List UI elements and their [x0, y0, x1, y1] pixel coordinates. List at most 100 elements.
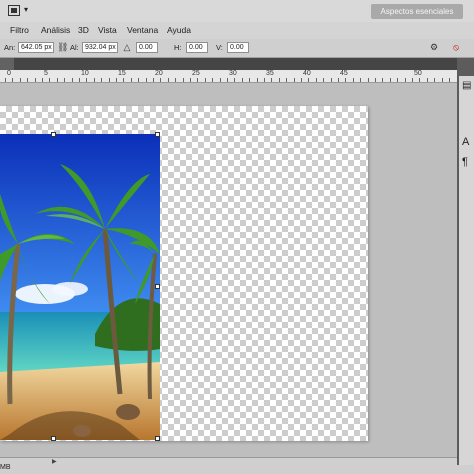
ruler-tick [49, 78, 50, 82]
ruler-tick [257, 78, 258, 82]
height-field[interactable]: 932.04 px [82, 42, 118, 53]
link-icon[interactable]: ⛓ [57, 42, 68, 53]
ruler-tick [449, 78, 450, 82]
menu-item-ventana[interactable]: Ventana [127, 25, 158, 35]
menu-item-3d[interactable]: 3D [78, 25, 89, 35]
menu-bar: Filtro Análisis 3D Vista Ventana Ayuda [0, 22, 474, 40]
beach-photo-layer[interactable] [0, 134, 160, 440]
transform-handle[interactable] [51, 132, 56, 137]
screen-mode-icon[interactable] [8, 5, 20, 16]
ruler-tick [442, 78, 443, 82]
options-bar: An: 642.05 px ⛓ Al: 932.04 px △ 0.00 H: … [0, 39, 474, 58]
transform-handle[interactable] [155, 132, 160, 137]
ruler-tick [64, 78, 65, 82]
ruler-tick [35, 78, 36, 82]
type-icon[interactable]: A [462, 136, 469, 148]
rotation-field[interactable]: 0.00 [136, 42, 158, 53]
menu-item-vista[interactable]: Vista [98, 25, 117, 35]
chevron-down-icon[interactable]: ▾ [24, 5, 28, 14]
v-skew-field[interactable]: 0.00 [227, 42, 249, 53]
ruler-tick [12, 78, 13, 82]
ruler-tick [323, 78, 324, 82]
ruler-tick [116, 78, 117, 82]
ruler-tick [190, 78, 191, 82]
ruler-tick [205, 78, 206, 82]
ruler-tick [308, 78, 309, 82]
ruler-tick [20, 78, 21, 82]
ruler-tick [234, 78, 235, 82]
rotate-icon: △ [123, 42, 131, 52]
ruler-label: 50 [414, 70, 422, 77]
document-tab[interactable] [0, 58, 14, 70]
ruler-label: 45 [340, 70, 348, 77]
ruler-tick [434, 78, 435, 82]
ruler-tick [86, 78, 87, 82]
menu-item-analisis[interactable]: Análisis [41, 25, 70, 35]
layers-icon[interactable]: ▤ [462, 80, 471, 91]
application-bar: ▾ Aspectos esenciales [0, 0, 474, 23]
ruler-tick [101, 78, 102, 82]
h-skew-label: H: [174, 43, 182, 52]
ruler-label: 25 [192, 70, 200, 77]
status-bar: MB [0, 464, 474, 474]
ruler-tick [279, 78, 280, 82]
warp-icon[interactable]: ⚙ [429, 42, 439, 53]
ruler-tick [368, 78, 369, 82]
paragraph-icon[interactable]: ¶ [462, 156, 468, 168]
ruler-tick [390, 78, 391, 82]
ruler-tick [331, 78, 332, 82]
ruler-tick [360, 78, 361, 82]
status-text: MB [0, 464, 11, 471]
ruler-tick [345, 78, 346, 82]
ruler-tick [382, 78, 383, 82]
ruler-tick [220, 78, 221, 82]
ruler-tick [271, 78, 272, 82]
ruler-tick [197, 78, 198, 82]
ruler-tick [109, 78, 110, 82]
width-label: An: [4, 43, 16, 52]
ruler-tick [286, 78, 287, 82]
transform-handle[interactable] [155, 436, 160, 441]
ruler-label: 35 [266, 70, 274, 77]
transform-handle[interactable] [155, 284, 160, 289]
ruler-tick [242, 78, 243, 82]
cancel-transform-icon[interactable]: ⦸ [451, 42, 461, 53]
ruler-tick [175, 78, 176, 82]
ruler-tick [427, 78, 428, 82]
ruler-tick [57, 78, 58, 82]
ruler-tick [375, 78, 376, 82]
ruler-tick [419, 78, 420, 82]
menu-item-filtro[interactable]: Filtro [10, 25, 29, 35]
ruler-tick [227, 78, 228, 82]
v-skew-label: V: [216, 43, 223, 52]
transform-handle[interactable] [51, 436, 56, 441]
ruler-tick [183, 78, 184, 82]
ruler-tick [264, 78, 265, 82]
ruler-tick [146, 78, 147, 82]
ruler-tick [138, 78, 139, 82]
workspace-button[interactable]: Aspectos esenciales [371, 4, 463, 19]
ruler-label: 10 [81, 70, 89, 77]
ruler-tick [123, 78, 124, 82]
ruler-label: 20 [155, 70, 163, 77]
ruler-tick [412, 78, 413, 82]
ruler-label: 5 [44, 70, 48, 77]
height-label: Al: [70, 43, 79, 52]
ruler-tick [212, 78, 213, 82]
ruler-tick [131, 78, 132, 82]
ruler-tick [338, 78, 339, 82]
ruler-label: 15 [118, 70, 126, 77]
width-field[interactable]: 642.05 px [18, 42, 54, 53]
ruler-tick [397, 78, 398, 82]
scroll-right-arrow-icon[interactable]: ▶ [52, 458, 57, 465]
ruler-label: 40 [303, 70, 311, 77]
ruler-tick [79, 78, 80, 82]
menu-item-ayuda[interactable]: Ayuda [167, 25, 191, 35]
h-skew-field[interactable]: 0.00 [186, 42, 208, 53]
ruler-label: 30 [229, 70, 237, 77]
horizontal-ruler: 0 5 10 15 20 25 30 35 40 45 50 [0, 70, 457, 83]
ruler-tick [316, 78, 317, 82]
ruler-tick [27, 78, 28, 82]
ruler-tick [72, 78, 73, 82]
ruler-tick [168, 78, 169, 82]
